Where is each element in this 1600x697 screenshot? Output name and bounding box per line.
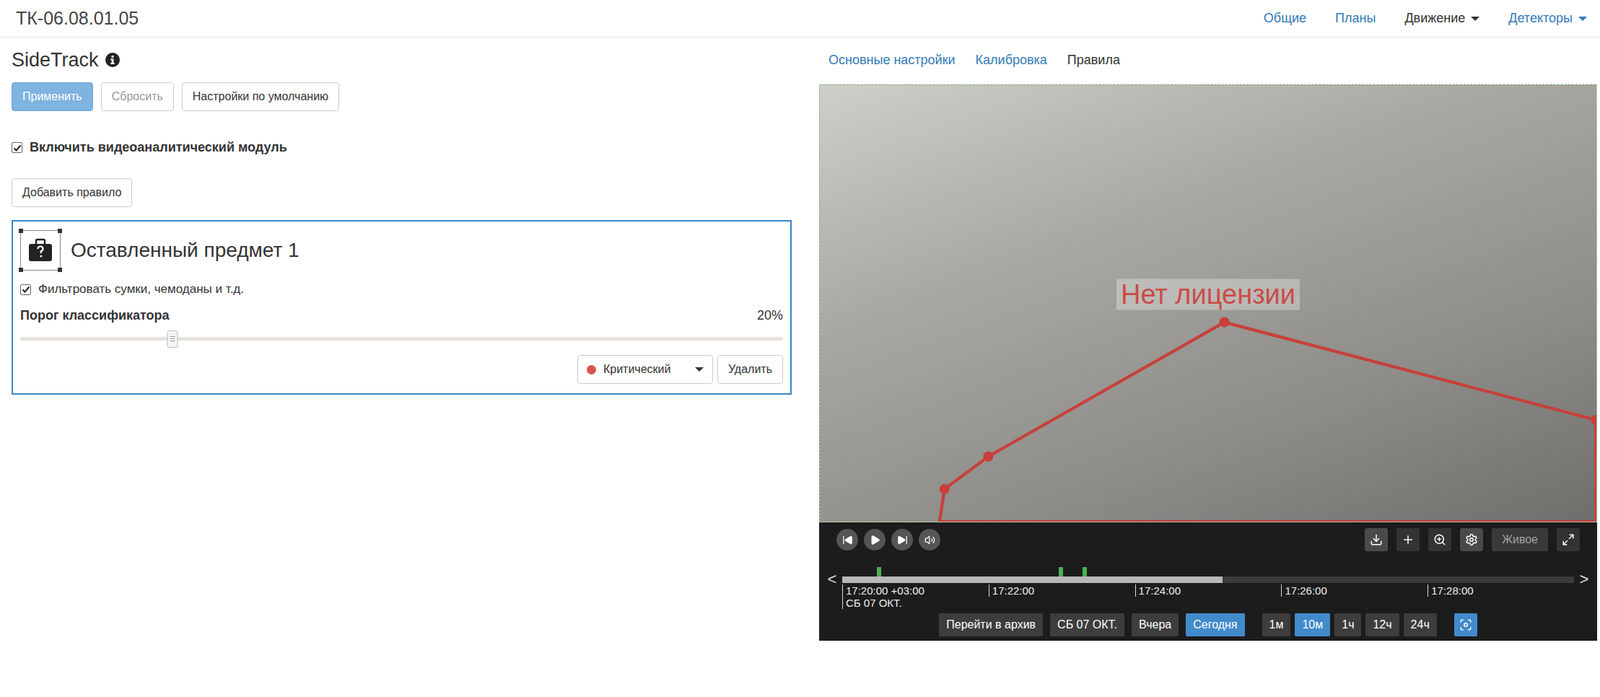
settings-panel: SideTrack ПрименитьСброситьНастройки по у… — [11, 46, 792, 641]
camera-title: ТК-06.08.01.05 — [15, 7, 139, 29]
timeline-date: СБ 07 ОКТ. — [845, 596, 925, 610]
action-button[interactable]: Сбросить — [101, 82, 174, 112]
live-button[interactable]: Живое — [1491, 528, 1549, 552]
threshold-label: Порог классификатора — [20, 308, 170, 324]
tabs: Основные настройки Калибровка Правила — [819, 46, 1598, 74]
fullscreen-icon — [1561, 533, 1575, 547]
tab[interactable]: Основные настройки — [828, 52, 956, 68]
action-buttons: ПрименитьСброситьНастройки по умолчанию — [11, 82, 792, 112]
nav-item[interactable]: Детекторы — [1508, 10, 1588, 26]
video-panel: Основные настройки Калибровка Правила Нет л… — [819, 46, 1598, 641]
checkbox[interactable] — [20, 284, 32, 296]
archive-button[interactable]: Перейти в архив — [938, 613, 1043, 637]
video-frame[interactable]: Нет лицензии — [819, 84, 1598, 523]
play-button[interactable] — [863, 529, 886, 551]
severity-dropdown[interactable]: Критический — [577, 355, 714, 384]
check-icon — [21, 285, 31, 294]
focus-button[interactable] — [1454, 613, 1478, 637]
rule-title: Оставленный предмет 1 — [70, 238, 300, 262]
range-button[interactable]: 24ч — [1403, 613, 1437, 637]
next-button[interactable] — [891, 529, 913, 551]
filter-checkbox[interactable]: Фильтровать сумки, чемоданы и т.д. — [20, 282, 784, 297]
info-icon[interactable] — [104, 51, 121, 68]
threshold-row: Порог классификатора 20% — [20, 308, 784, 324]
day-button[interactable]: Вчера — [1131, 613, 1179, 637]
focus-icon — [1459, 618, 1473, 632]
prev-button[interactable] — [836, 529, 859, 551]
timeline-next[interactable]: > — [1578, 571, 1590, 588]
event-marker[interactable] — [1082, 567, 1087, 577]
enable-module[interactable]: Включить видеоаналитический модуль — [11, 140, 792, 156]
timeline-prev[interactable]: < — [826, 571, 838, 588]
event-marker[interactable] — [1058, 567, 1064, 577]
timeline-tick: 17:28:00 — [1427, 584, 1473, 597]
top-bar: ТК-06.08.01.05 Общие Планы Движение Детектор… — [0, 0, 1600, 38]
recorded-range — [842, 576, 1223, 584]
player-controls: Живое <17:20:00 +03:00СБ 07 ОКТ. 17:22:00 1… — [819, 522, 1598, 641]
threshold-slider[interactable] — [20, 337, 784, 341]
caret-icon — [1578, 16, 1588, 21]
range-button[interactable]: 10м — [1294, 613, 1331, 637]
gear-icon — [1465, 533, 1479, 547]
timeline-track[interactable] — [842, 576, 1575, 584]
rule-icon-frame — [20, 230, 61, 271]
add-button[interactable] — [1396, 528, 1420, 552]
day-button[interactable]: СБ 07 ОКТ. — [1050, 613, 1125, 637]
nav-item[interactable]: Движение — [1404, 10, 1480, 26]
check-icon — [12, 143, 22, 153]
timeline-tick: 17:26:00 — [1281, 584, 1327, 597]
zoom-icon — [1433, 533, 1447, 547]
plus-icon — [1401, 533, 1415, 547]
action-button[interactable]: Применить — [11, 82, 94, 112]
timeline-tick: 17:24:00 — [1135, 584, 1181, 597]
day-button[interactable]: Сегодня — [1185, 613, 1245, 637]
skip-back-icon — [842, 534, 854, 546]
tab[interactable]: Правила — [1067, 52, 1121, 68]
rule-card: Оставленный предмет 1 Фильтровать сумки, … — [11, 220, 792, 395]
threshold-value: 20% — [757, 308, 784, 324]
slider-handle[interactable] — [167, 330, 179, 348]
action-button[interactable]: Настройки по умолчанию — [181, 82, 340, 112]
add-rule-button[interactable]: Добавить правило — [11, 178, 133, 208]
play-icon — [869, 534, 881, 546]
caret-icon — [1470, 16, 1480, 21]
timeline-tick: 17:20:00 +03:00СБ 07 ОКТ. — [842, 584, 925, 610]
nav-item[interactable]: Планы — [1335, 10, 1376, 26]
checkbox[interactable] — [11, 142, 23, 153]
zoom-button[interactable] — [1428, 528, 1452, 552]
range-button[interactable]: 1ч — [1334, 613, 1362, 637]
download-button[interactable] — [1364, 528, 1388, 552]
severity-dot — [586, 365, 597, 375]
skip-forward-icon — [897, 534, 908, 546]
volume-button[interactable] — [918, 529, 941, 551]
nav-item[interactable]: Общие — [1263, 10, 1307, 26]
volume-icon — [924, 534, 936, 546]
event-marker[interactable] — [876, 567, 882, 577]
download-icon — [1369, 533, 1383, 547]
settings-button[interactable] — [1459, 528, 1484, 552]
license-overlay: Нет лицензии — [1116, 279, 1300, 311]
timeline: <17:20:00 +03:00СБ 07 ОКТ. 17:22:00 17:24:… — [826, 558, 1590, 611]
left-item-icon — [27, 238, 54, 263]
caret-icon — [694, 367, 704, 372]
tab[interactable]: Калибровка — [975, 52, 1048, 68]
fullscreen-button[interactable] — [1556, 528, 1580, 552]
range-button[interactable]: 12ч — [1365, 613, 1399, 637]
delete-button[interactable]: Удалить — [717, 355, 784, 384]
main-nav: Общие Планы Движение Детекторы — [1263, 10, 1588, 26]
timeline-tick: 17:22:00 — [988, 584, 1035, 597]
panel-title: SideTrack — [11, 49, 99, 72]
range-button[interactable]: 1м — [1262, 613, 1292, 637]
